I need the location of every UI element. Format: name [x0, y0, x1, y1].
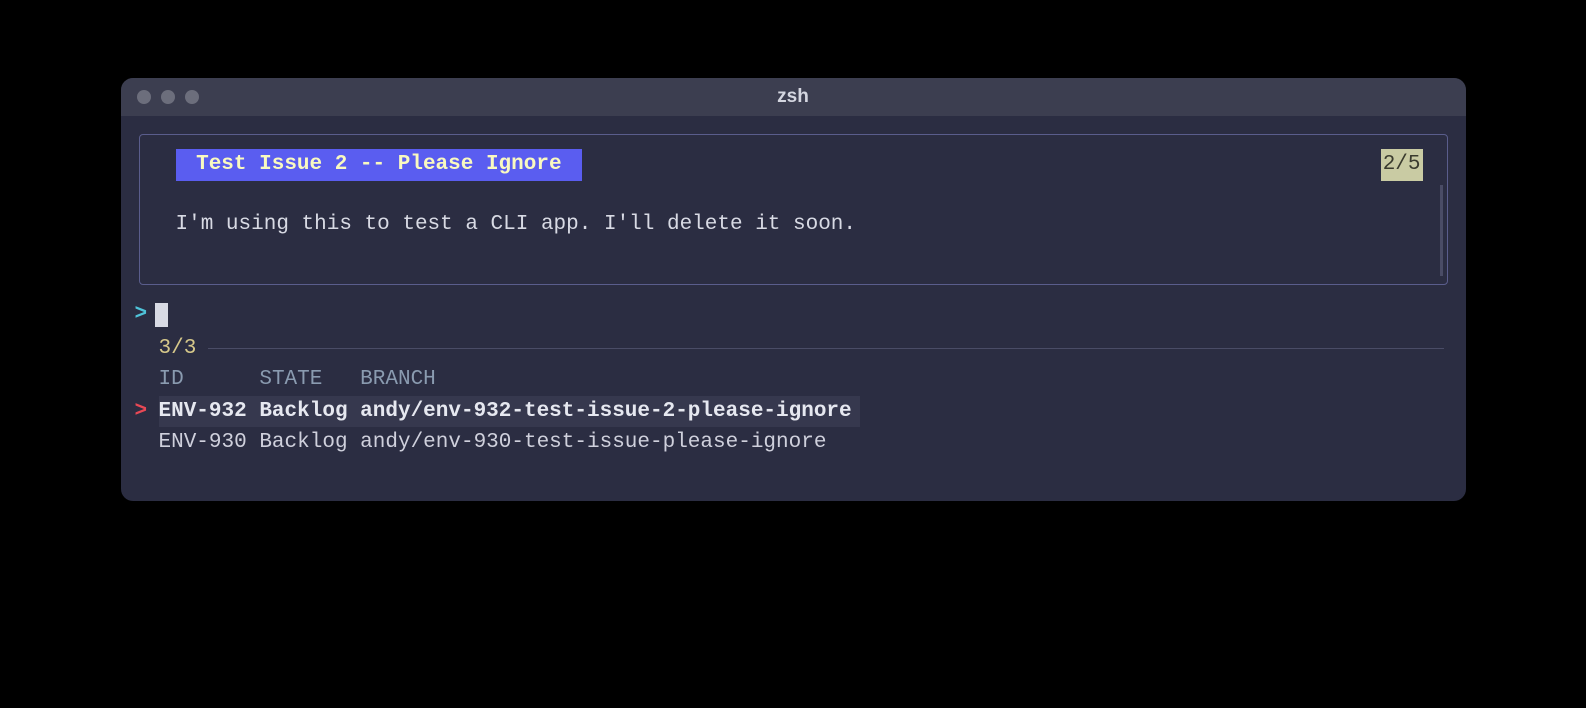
- prompt-symbol: >: [135, 299, 148, 331]
- maximize-icon[interactable]: [185, 90, 199, 104]
- row-branch: andy/env-930-test-issue-please-ignore: [360, 431, 826, 454]
- titlebar[interactable]: zsh: [121, 78, 1466, 116]
- traffic-lights: [137, 90, 199, 104]
- table-row[interactable]: ENV-930 Backlog andy/env-930-test-issue-…: [131, 427, 1456, 459]
- terminal-window: zsh Test Issue 2 -- Please Ignore 2/5 I'…: [121, 78, 1466, 501]
- table-header: ID STATE BRANCH: [131, 364, 1456, 396]
- row-content: ENV-932 Backlog andy/env-932-test-issue-…: [159, 396, 860, 428]
- preview-scrollbar[interactable]: [1440, 185, 1443, 276]
- result-counter: 3/3: [159, 333, 197, 365]
- search-prompt[interactable]: >: [131, 299, 1456, 331]
- row-id: ENV-932: [159, 400, 247, 423]
- row-state: Backlog: [259, 431, 347, 454]
- divider: [208, 348, 1443, 349]
- cursor-icon: [155, 303, 168, 327]
- preview-description: I'm using this to test a CLI app. I'll d…: [176, 209, 1423, 241]
- col-state: STATE: [259, 368, 322, 391]
- row-pointer-empty: [131, 427, 159, 459]
- window-title: zsh: [121, 86, 1466, 108]
- row-content: ENV-930 Backlog andy/env-930-test-issue-…: [159, 427, 835, 459]
- table-row[interactable]: > ENV-932 Backlog andy/env-932-test-issu…: [131, 396, 1456, 428]
- minimize-icon[interactable]: [161, 90, 175, 104]
- result-counter-line: 3/3: [131, 333, 1456, 365]
- row-state: Backlog: [259, 400, 347, 423]
- col-id: ID: [159, 368, 184, 391]
- col-branch: BRANCH: [360, 368, 436, 391]
- close-icon[interactable]: [137, 90, 151, 104]
- preview-title: Test Issue 2 -- Please Ignore: [176, 149, 583, 181]
- terminal-body[interactable]: Test Issue 2 -- Please Ignore 2/5 I'm us…: [121, 116, 1466, 501]
- row-branch: andy/env-932-test-issue-2-please-ignore: [360, 400, 851, 423]
- row-id: ENV-930: [159, 431, 247, 454]
- preview-index: 2/5: [1381, 149, 1423, 181]
- preview-pane: Test Issue 2 -- Please Ignore 2/5 I'm us…: [139, 134, 1448, 285]
- row-pointer-icon: >: [131, 396, 159, 428]
